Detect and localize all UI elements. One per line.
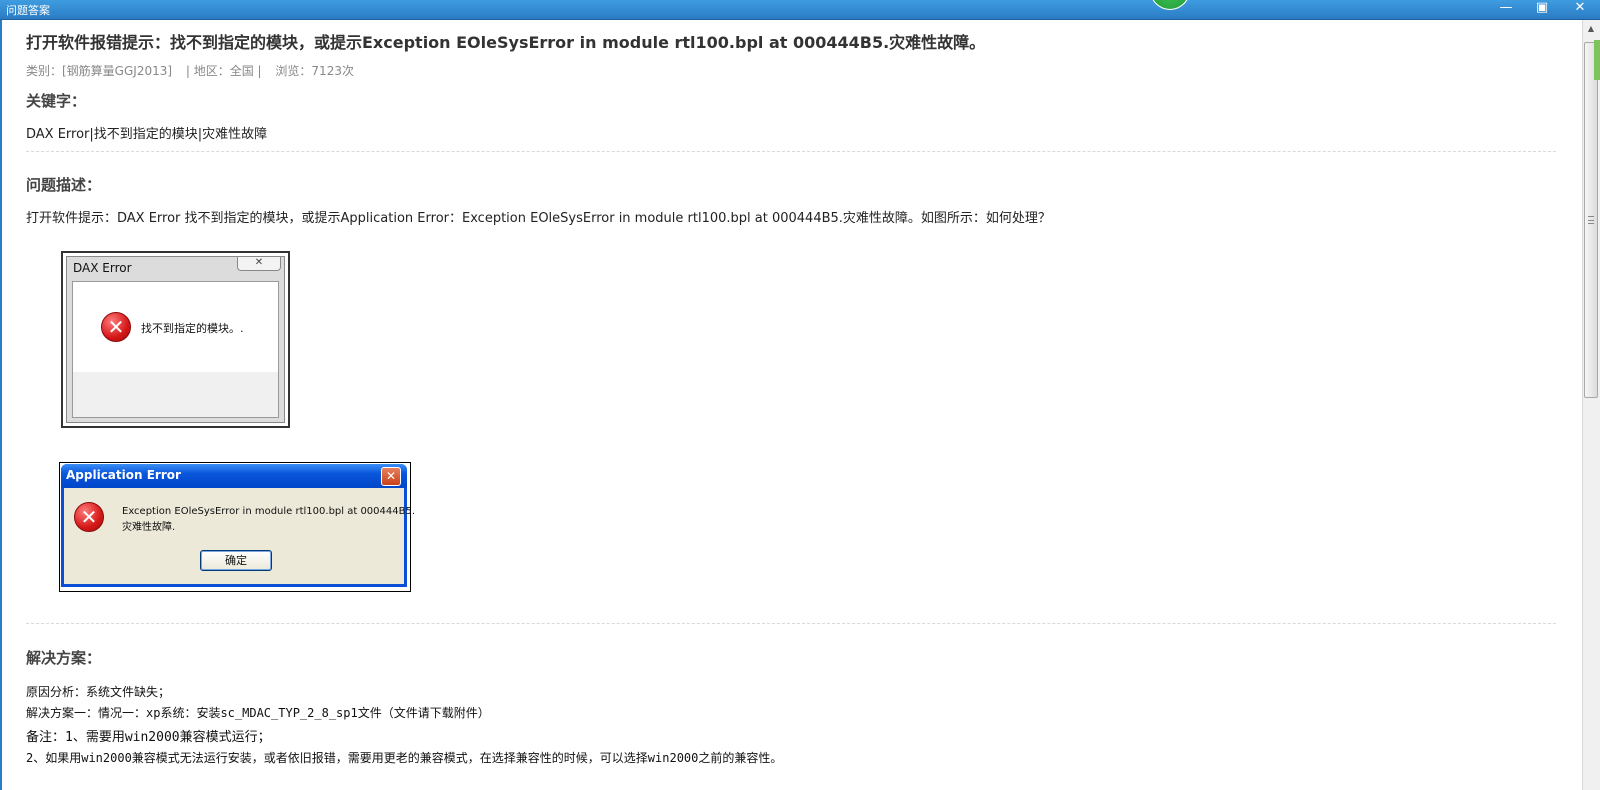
solution-heading: 解决方案： xyxy=(26,649,102,667)
dax-error-dialog-screenshot: DAX Error ✕ ✕ 找不到指定的模块。. 确定 xyxy=(61,251,290,503)
ok-button: 确定 xyxy=(200,550,272,571)
article-meta: 类别：[钢筋算量GGJ2013] | 地区：全国 | 浏览：7123次 xyxy=(26,62,364,79)
dialog-message-line2: 灾难性故障. xyxy=(122,522,176,533)
dialog-message: 找不到指定的模块。. xyxy=(141,322,244,335)
dialog-button-area: 确定 xyxy=(73,372,278,503)
section-divider xyxy=(26,623,1556,624)
problem-text: 打开软件提示：DAX Error 找不到指定的模块，或提示Application… xyxy=(26,211,1051,226)
scroll-up-arrow-icon[interactable]: ▲ xyxy=(1585,24,1597,38)
dialog-titlebar: Application Error ✕ xyxy=(61,464,407,488)
dialog-caption: Application Error xyxy=(66,468,181,482)
window-left-border xyxy=(0,20,2,790)
minimize-button[interactable]: — xyxy=(1494,0,1518,18)
dialog-close-icon: ✕ xyxy=(237,257,281,271)
error-icon: ✕ xyxy=(101,312,131,342)
dialog-body: ✕ Exception EOleSysError in module rtl10… xyxy=(64,488,415,584)
window-title: 问题答案 xyxy=(6,4,50,17)
solution-line: 备注：1、需要用win2000兼容模式运行； xyxy=(26,730,271,745)
status-badge-icon[interactable] xyxy=(1150,0,1190,10)
dialog-frame: DAX Error ✕ ✕ 找不到指定的模块。. 确定 xyxy=(66,256,285,503)
scrollbar-grip-icon xyxy=(1588,216,1594,224)
page-title: 打开软件报错提示：找不到指定的模块，或提示Exception EOleSysEr… xyxy=(26,33,986,52)
meta-category[interactable]: 类别：[钢筋算量GGJ2013] xyxy=(26,64,172,78)
meta-views: 浏览：7123次 xyxy=(275,64,354,78)
close-window-button[interactable]: ✕ xyxy=(1568,0,1592,18)
keywords-heading: 关键字： xyxy=(26,92,87,110)
dialog-window: Application Error ✕ ✕ Exception EOleSysE… xyxy=(61,464,415,587)
dialog-caption: DAX Error xyxy=(73,261,132,275)
section-divider xyxy=(26,151,1556,152)
solution-line: 解决方案一：情况一：xp系统：安装sc_MDAC_TYP_2_8_sp1文件（文… xyxy=(26,706,490,720)
dialog-body: ✕ 找不到指定的模块。. 确定 xyxy=(72,281,279,503)
dialog-close-icon: ✕ xyxy=(381,467,401,486)
problem-heading: 问题描述： xyxy=(26,176,102,194)
meta-region: | 地区：全国 | xyxy=(185,64,262,78)
error-icon: ✕ xyxy=(74,502,104,532)
window-titlebar: 问题答案 — ▣ ✕ xyxy=(0,0,1600,20)
maximize-button[interactable]: ▣ xyxy=(1530,0,1554,18)
solution-line: 2、如果用win2000兼容模式无法运行安装，或者依旧报错，需要用更老的兼容模式… xyxy=(26,751,783,765)
dialog-message-line1: Exception EOleSysError in module rtl100.… xyxy=(122,506,416,517)
keywords-text: DAX Error|找不到指定的模块|灾难性故障 xyxy=(26,127,268,142)
solution-line: 原因分析：系统文件缺失； xyxy=(26,685,171,699)
application-error-dialog-screenshot: Application Error ✕ ✕ Exception EOleSysE… xyxy=(59,462,415,592)
scrollbar-accent xyxy=(1594,40,1600,80)
